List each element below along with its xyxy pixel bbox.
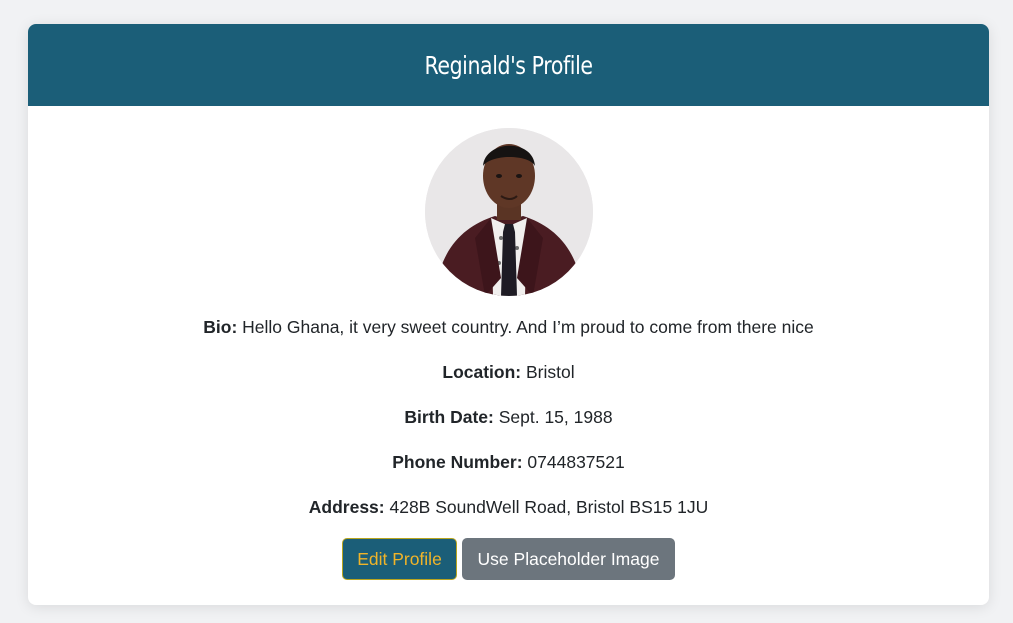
action-buttons: Edit Profile Use Placeholder Image — [28, 538, 989, 580]
birth-date-value: Sept. 15, 1988 — [493, 407, 613, 427]
profile-header: Reginald's Profile — [28, 24, 989, 106]
profile-body: Bio: Hello Ghana, it very sweet country.… — [28, 128, 989, 580]
bio-label: Bio: — [203, 317, 238, 337]
address-value: 428B SoundWell Road, Bristol BS15 1JU — [384, 497, 709, 517]
address-label: Address: — [308, 497, 385, 517]
edit-profile-button[interactable]: Edit Profile — [342, 538, 457, 580]
page-title: Reginald's Profile — [424, 50, 593, 80]
address-field: Address: 428B SoundWell Road, Bristol BS… — [28, 497, 989, 517]
bio-field: Bio: Hello Ghana, it very sweet country.… — [28, 317, 989, 337]
birth-date-field: Birth Date: Sept. 15, 1988 — [28, 407, 989, 427]
phone-number-field: Phone Number: 0744837521 — [28, 452, 989, 472]
phone-number-value: 0744837521 — [522, 452, 625, 472]
location-value: Bristol — [521, 362, 575, 382]
location-label: Location: — [442, 362, 522, 382]
location-field: Location: Bristol — [28, 362, 989, 382]
bio-value: Hello Ghana, it very sweet country. And … — [237, 317, 814, 337]
use-placeholder-image-button[interactable]: Use Placeholder Image — [462, 538, 675, 580]
avatar — [424, 128, 593, 296]
profile-card: Reginald's Profile Bio: Hello Ghana, it … — [28, 24, 989, 605]
avatar-image — [424, 128, 593, 296]
birth-date-label: Birth Date: — [404, 407, 494, 427]
phone-number-label: Phone Number: — [392, 452, 523, 472]
